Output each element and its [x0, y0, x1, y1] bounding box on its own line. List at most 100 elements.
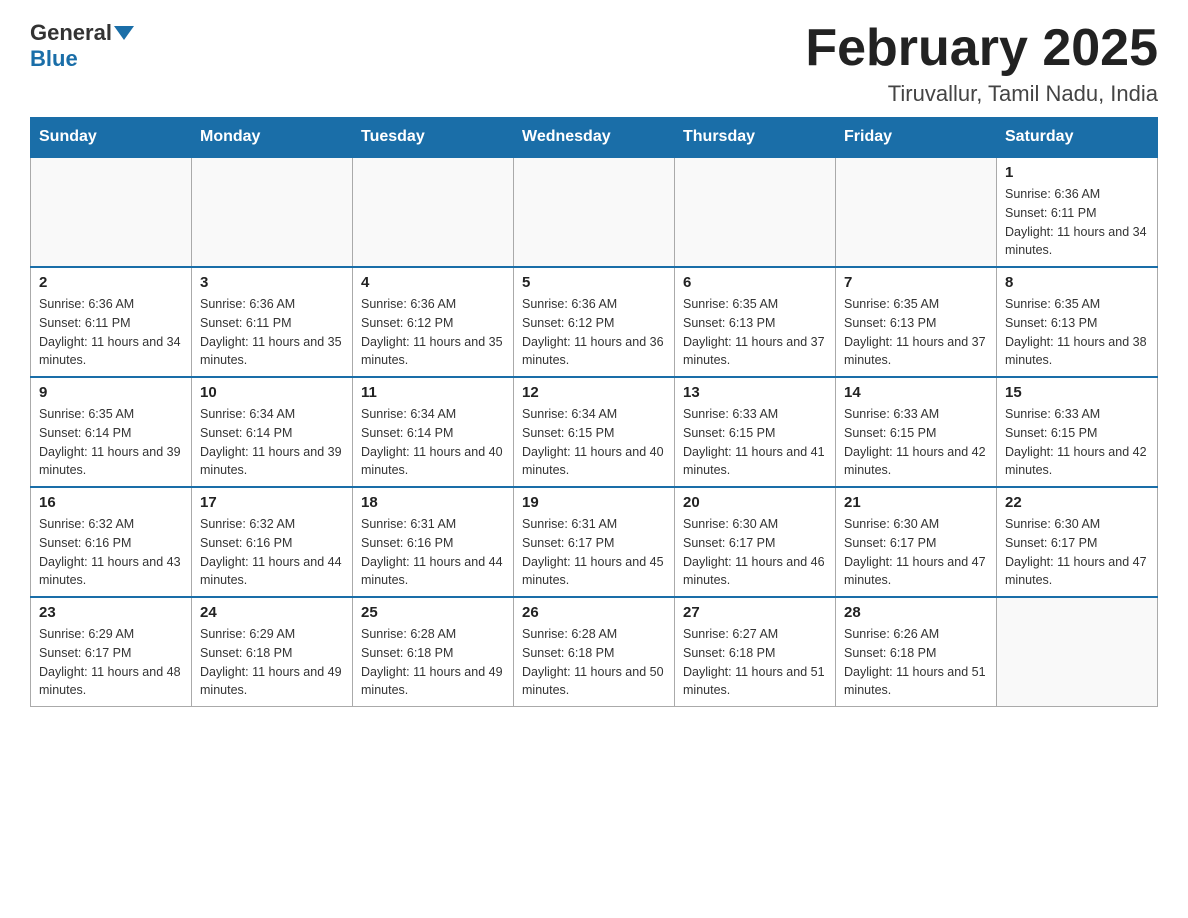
day-number: 3 — [200, 274, 344, 291]
calendar-cell — [997, 597, 1158, 707]
calendar-cell — [514, 157, 675, 267]
calendar-cell: 4 Sunrise: 6:36 AMSunset: 6:12 PMDaylight… — [353, 267, 514, 377]
day-number: 24 — [200, 604, 344, 621]
day-info: Sunrise: 6:27 AMSunset: 6:18 PMDaylight:… — [683, 625, 827, 700]
day-info: Sunrise: 6:33 AMSunset: 6:15 PMDaylight:… — [683, 405, 827, 480]
calendar-cell: 8Sunrise: 6:35 AMSunset: 6:13 PMDaylight… — [997, 267, 1158, 377]
logo-general-text: General — [30, 20, 112, 46]
calendar-cell: 26Sunrise: 6:28 AMSunset: 6:18 PMDayligh… — [514, 597, 675, 707]
day-number: 14 — [844, 384, 988, 401]
day-info: Sunrise: 6:29 AMSunset: 6:18 PMDaylight:… — [200, 625, 344, 700]
calendar-cell: 19Sunrise: 6:31 AMSunset: 6:17 PMDayligh… — [514, 487, 675, 597]
calendar-cell: 6Sunrise: 6:35 AMSunset: 6:13 PMDaylight… — [675, 267, 836, 377]
day-info: Sunrise: 6:30 AMSunset: 6:17 PMDaylight:… — [844, 515, 988, 590]
calendar-cell: 15 Sunrise: 6:33 AMSunset: 6:15 PMDayligh… — [997, 377, 1158, 487]
calendar-week-row: 16 Sunrise: 6:32 AMSunset: 6:16 PMDayligh… — [31, 487, 1158, 597]
calendar-cell — [353, 157, 514, 267]
calendar-cell — [31, 157, 192, 267]
calendar-week-row: 23 Sunrise: 6:29 AMSunset: 6:17 PMDayligh… — [31, 597, 1158, 707]
calendar-cell: 5Sunrise: 6:36 AMSunset: 6:12 PMDaylight… — [514, 267, 675, 377]
logo-arrow-icon — [114, 26, 134, 40]
calendar-cell: 22 Sunrise: 6:30 AMSunset: 6:17 PMDayligh… — [997, 487, 1158, 597]
calendar-table: SundayMondayTuesdayWednesdayThursdayFrid… — [30, 117, 1158, 707]
day-number: 9 — [39, 384, 183, 401]
day-info: Sunrise: 6:30 AMSunset: 6:17 PMDaylight:… — [1005, 515, 1149, 590]
day-number: 28 — [844, 604, 988, 621]
calendar-cell: 14 Sunrise: 6:33 AMSunset: 6:15 PMDayligh… — [836, 377, 997, 487]
day-number: 25 — [361, 604, 505, 621]
day-number: 13 — [683, 384, 827, 401]
day-info: Sunrise: 6:34 AMSunset: 6:14 PMDaylight:… — [361, 405, 505, 480]
day-number: 2 — [39, 274, 183, 291]
day-number: 27 — [683, 604, 827, 621]
day-info: Sunrise: 6:32 AMSunset: 6:16 PMDaylight:… — [39, 515, 183, 590]
day-number: 18 — [361, 494, 505, 511]
day-info: Sunrise: 6:26 AMSunset: 6:18 PMDaylight:… — [844, 625, 988, 700]
day-info: Sunrise: 6:33 AMSunset: 6:15 PMDaylight:… — [844, 405, 988, 480]
calendar-cell — [675, 157, 836, 267]
day-number: 10 — [200, 384, 344, 401]
page-header: General Blue February 2025 Tiruvallur, T… — [30, 20, 1158, 107]
day-info: Sunrise: 6:36 AMSunset: 6:11 PMDaylight:… — [1005, 185, 1149, 260]
logo: General Blue — [30, 20, 136, 72]
calendar-cell: 17 Sunrise: 6:32 AMSunset: 6:16 PMDayligh… — [192, 487, 353, 597]
day-number: 8 — [1005, 274, 1149, 291]
calendar-cell: 23 Sunrise: 6:29 AMSunset: 6:17 PMDayligh… — [31, 597, 192, 707]
calendar-header-tuesday: Tuesday — [353, 118, 514, 158]
day-info: Sunrise: 6:34 AMSunset: 6:15 PMDaylight:… — [522, 405, 666, 480]
day-info: Sunrise: 6:31 AMSunset: 6:17 PMDaylight:… — [522, 515, 666, 590]
month-title: February 2025 — [805, 20, 1158, 77]
calendar-week-row: 2 Sunrise: 6:36 AMSunset: 6:11 PMDaylight… — [31, 267, 1158, 377]
calendar-cell: 21 Sunrise: 6:30 AMSunset: 6:17 PMDayligh… — [836, 487, 997, 597]
day-number: 23 — [39, 604, 183, 621]
calendar-header-sunday: Sunday — [31, 118, 192, 158]
title-block: February 2025 Tiruvallur, Tamil Nadu, In… — [805, 20, 1158, 107]
calendar-cell: 10 Sunrise: 6:34 AMSunset: 6:14 PMDayligh… — [192, 377, 353, 487]
day-number: 5 — [522, 274, 666, 291]
calendar-cell — [836, 157, 997, 267]
day-number: 4 — [361, 274, 505, 291]
day-number: 26 — [522, 604, 666, 621]
day-info: Sunrise: 6:32 AMSunset: 6:16 PMDaylight:… — [200, 515, 344, 590]
calendar-header-monday: Monday — [192, 118, 353, 158]
calendar-header-wednesday: Wednesday — [514, 118, 675, 158]
calendar-header-saturday: Saturday — [997, 118, 1158, 158]
day-number: 1 — [1005, 164, 1149, 181]
calendar-cell: 16 Sunrise: 6:32 AMSunset: 6:16 PMDayligh… — [31, 487, 192, 597]
day-number: 11 — [361, 384, 505, 401]
day-info: Sunrise: 6:36 AMSunset: 6:12 PMDaylight:… — [361, 295, 505, 370]
day-info: Sunrise: 6:35 AMSunset: 6:13 PMDaylight:… — [683, 295, 827, 370]
calendar-header-thursday: Thursday — [675, 118, 836, 158]
day-info: Sunrise: 6:35 AMSunset: 6:13 PMDaylight:… — [844, 295, 988, 370]
day-info: Sunrise: 6:33 AMSunset: 6:15 PMDaylight:… — [1005, 405, 1149, 480]
calendar-cell: 7 Sunrise: 6:35 AMSunset: 6:13 PMDaylight… — [836, 267, 997, 377]
day-info: Sunrise: 6:29 AMSunset: 6:17 PMDaylight:… — [39, 625, 183, 700]
calendar-week-row: 1 Sunrise: 6:36 AMSunset: 6:11 PMDaylight… — [31, 157, 1158, 267]
day-number: 12 — [522, 384, 666, 401]
day-info: Sunrise: 6:31 AMSunset: 6:16 PMDaylight:… — [361, 515, 505, 590]
day-info: Sunrise: 6:34 AMSunset: 6:14 PMDaylight:… — [200, 405, 344, 480]
calendar-cell — [192, 157, 353, 267]
day-info: Sunrise: 6:36 AMSunset: 6:11 PMDaylight:… — [39, 295, 183, 370]
day-number: 21 — [844, 494, 988, 511]
day-number: 17 — [200, 494, 344, 511]
calendar-week-row: 9 Sunrise: 6:35 AMSunset: 6:14 PMDaylight… — [31, 377, 1158, 487]
day-info: Sunrise: 6:28 AMSunset: 6:18 PMDaylight:… — [361, 625, 505, 700]
calendar-header-friday: Friday — [836, 118, 997, 158]
logo-blue-text: Blue — [30, 46, 78, 71]
calendar-cell: 3 Sunrise: 6:36 AMSunset: 6:11 PMDaylight… — [192, 267, 353, 377]
day-number: 16 — [39, 494, 183, 511]
day-info: Sunrise: 6:36 AMSunset: 6:11 PMDaylight:… — [200, 295, 344, 370]
day-number: 15 — [1005, 384, 1149, 401]
day-info: Sunrise: 6:30 AMSunset: 6:17 PMDaylight:… — [683, 515, 827, 590]
calendar-cell: 28 Sunrise: 6:26 AMSunset: 6:18 PMDayligh… — [836, 597, 997, 707]
calendar-cell: 27 Sunrise: 6:27 AMSunset: 6:18 PMDayligh… — [675, 597, 836, 707]
calendar-cell: 1 Sunrise: 6:36 AMSunset: 6:11 PMDaylight… — [997, 157, 1158, 267]
day-number: 7 — [844, 274, 988, 291]
day-number: 22 — [1005, 494, 1149, 511]
calendar-cell: 11 Sunrise: 6:34 AMSunset: 6:14 PMDayligh… — [353, 377, 514, 487]
calendar-cell: 18 Sunrise: 6:31 AMSunset: 6:16 PMDayligh… — [353, 487, 514, 597]
calendar-cell: 20Sunrise: 6:30 AMSunset: 6:17 PMDayligh… — [675, 487, 836, 597]
calendar-cell: 24 Sunrise: 6:29 AMSunset: 6:18 PMDayligh… — [192, 597, 353, 707]
day-info: Sunrise: 6:35 AMSunset: 6:14 PMDaylight:… — [39, 405, 183, 480]
